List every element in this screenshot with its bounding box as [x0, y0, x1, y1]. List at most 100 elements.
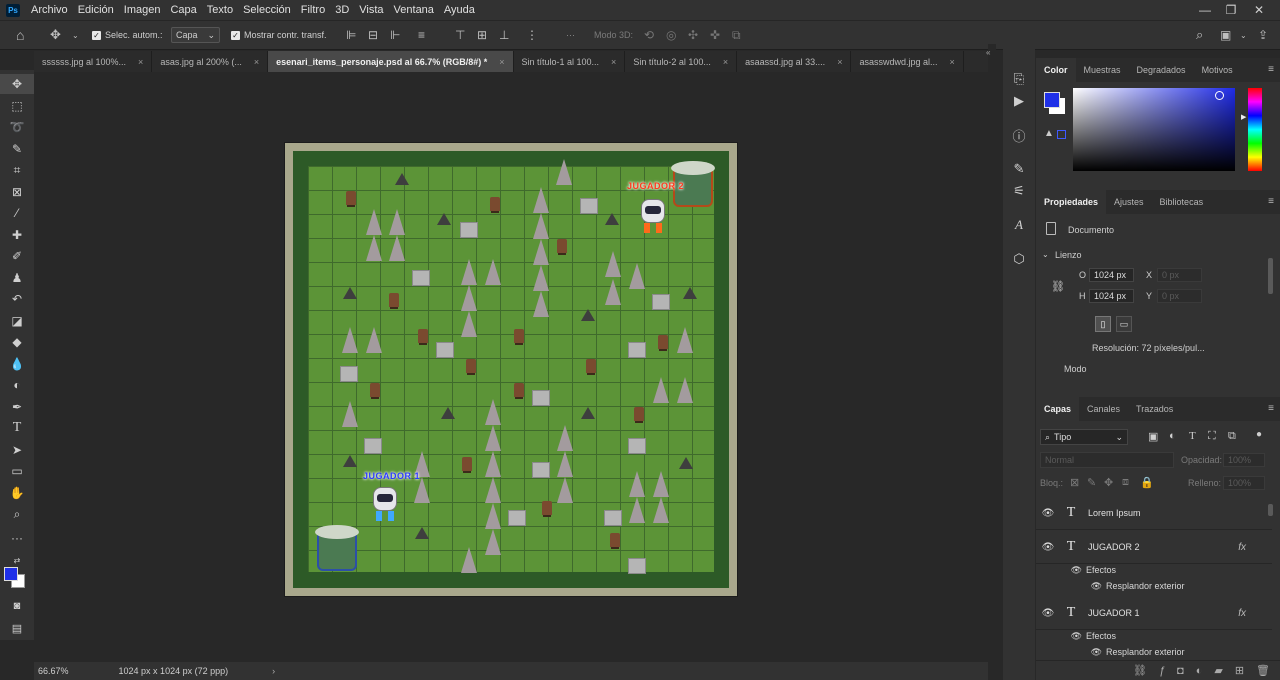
eyedropper-tool-icon[interactable]: ⁄: [0, 203, 34, 223]
pan-3d-icon[interactable]: ✣: [688, 21, 698, 49]
menu-texto[interactable]: Texto: [202, 4, 238, 16]
width-field[interactable]: 1024 px: [1089, 268, 1134, 282]
menu-seleccion[interactable]: Selección: [238, 4, 296, 16]
brushes-panel-icon[interactable]: ✎: [1003, 158, 1035, 180]
tab-color[interactable]: Color: [1036, 58, 1076, 82]
menu-capa[interactable]: Capa: [165, 4, 201, 16]
color-picker-field[interactable]: [1073, 88, 1235, 171]
panel-menu-icon[interactable]: ≡: [1268, 64, 1274, 75]
tab-asaassd[interactable]: asaassd.jpg al 33.... ×: [737, 51, 852, 72]
eye-icon[interactable]: 👁: [1036, 508, 1060, 519]
tab-bibliotecas[interactable]: Bibliotecas: [1152, 190, 1212, 214]
stamp-tool-icon[interactable]: ♟: [0, 268, 34, 288]
more-tools-icon[interactable]: ···: [0, 528, 34, 548]
tab-asas[interactable]: asas.jpg al 200% (... ×: [152, 51, 269, 72]
home-icon[interactable]: ⌂: [16, 21, 24, 49]
filter-pixel-icon[interactable]: ▣: [1148, 430, 1158, 443]
eye-icon[interactable]: 👁: [1036, 647, 1102, 658]
tab-capas[interactable]: Capas: [1036, 397, 1080, 421]
hue-slider-arrow-icon[interactable]: ▶: [1241, 113, 1246, 121]
lock-pixels-icon[interactable]: ✎: [1087, 476, 1096, 489]
3d-panel-icon[interactable]: ⬡: [1003, 248, 1035, 270]
lock-transparent-icon[interactable]: ⊠: [1070, 476, 1079, 489]
fill-field[interactable]: 100%: [1223, 476, 1265, 490]
orbit-3d-icon[interactable]: ⟲: [644, 21, 654, 49]
history-brush-tool-icon[interactable]: ↶: [0, 289, 34, 309]
fx-icon[interactable]: fx: [1238, 542, 1246, 553]
layer-row-jugador-2[interactable]: 👁 T JUGADOR 2 fx: [1036, 531, 1272, 564]
show-transform-checkbox[interactable]: ✓ Mostrar contr. transf.: [231, 21, 327, 49]
new-group-icon[interactable]: ▰: [1214, 664, 1222, 677]
character-panel-icon[interactable]: A: [1003, 214, 1035, 236]
eraser-tool-icon[interactable]: ◪: [0, 311, 34, 331]
crop-tool-icon[interactable]: ⌗: [0, 160, 34, 180]
lasso-tool-icon[interactable]: ➰: [0, 117, 34, 137]
document-canvas[interactable]: JUGADOR 2 JUGADOR 1: [284, 142, 738, 597]
tab-motivos[interactable]: Motivos: [1194, 58, 1241, 82]
close-tab-icon[interactable]: ×: [837, 57, 842, 67]
menu-edicion[interactable]: Edición: [73, 4, 119, 16]
paint-bucket-tool-icon[interactable]: ◆: [0, 332, 34, 352]
brush-tool-icon[interactable]: ✐: [0, 246, 34, 266]
rectangle-tool-icon[interactable]: ▭: [0, 461, 34, 481]
link-layers-icon[interactable]: ⛓: [1133, 664, 1147, 677]
lock-all-icon[interactable]: 🔒: [1140, 476, 1154, 489]
close-tab-icon[interactable]: ×: [723, 57, 728, 67]
adjust-sliders-icon[interactable]: ⚟: [1003, 180, 1035, 202]
search-icon[interactable]: ⌕: [1196, 21, 1203, 49]
align-left-icon[interactable]: ⊫: [346, 21, 356, 49]
filter-toggle-icon[interactable]: ●: [1256, 429, 1262, 440]
align-right-icon[interactable]: ⊩: [390, 21, 400, 49]
new-adjustment-icon[interactable]: ◐: [1196, 665, 1203, 677]
collapse-icon[interactable]: «: [986, 48, 990, 57]
zoom-level[interactable]: 66.67%: [38, 666, 69, 676]
marquee-tool-icon[interactable]: ⬚: [0, 96, 34, 116]
blur-tool-icon[interactable]: 💧: [0, 354, 34, 374]
fx-icon[interactable]: fx: [1238, 608, 1246, 619]
panel-collapse-strip[interactable]: «: [986, 44, 996, 680]
menu-archivo[interactable]: Archivo: [26, 4, 73, 16]
filter-smart-object-icon[interactable]: ⧉: [1228, 430, 1236, 443]
hue-slider[interactable]: [1248, 88, 1262, 171]
effects-row[interactable]: 👁 Efectos: [1036, 628, 1272, 644]
roll-3d-icon[interactable]: ◎: [666, 21, 676, 49]
dodge-tool-icon[interactable]: ◐: [0, 375, 34, 395]
align-middle-icon[interactable]: ⊞: [477, 21, 487, 49]
auto-select-checkbox[interactable]: ✓ Selec. autom.:: [92, 21, 163, 49]
tab-degradados[interactable]: Degradados: [1129, 58, 1194, 82]
landscape-orientation-icon[interactable]: ▭: [1116, 316, 1132, 332]
align-center-icon[interactable]: ⊟: [368, 21, 378, 49]
zoom-tool-icon[interactable]: ⌕: [0, 504, 34, 524]
slide-3d-icon[interactable]: ✜: [710, 21, 720, 49]
quick-mask-icon[interactable]: ◙: [0, 596, 34, 616]
portrait-orientation-icon[interactable]: ▯: [1095, 316, 1111, 332]
eye-icon[interactable]: 👁: [1036, 565, 1082, 576]
eye-icon[interactable]: 👁: [1036, 542, 1060, 553]
panel-menu-icon[interactable]: ≡: [1268, 403, 1274, 414]
new-layer-icon[interactable]: ⊞: [1235, 664, 1244, 677]
tab-ssssss[interactable]: ssssss.jpg al 100%... ×: [34, 51, 153, 72]
link-icon[interactable]: ⛓: [1051, 280, 1065, 293]
filter-type-icon[interactable]: T: [1189, 430, 1196, 442]
align-bottom-icon[interactable]: ⊥: [499, 21, 509, 49]
panel-menu-icon[interactable]: ≡: [1268, 196, 1274, 207]
color-panel-foreground[interactable]: [1044, 92, 1060, 108]
tab-sin-titulo-1[interactable]: Sin título-1 al 100... ×: [513, 51, 626, 72]
close-icon[interactable]: ✕: [1246, 0, 1272, 20]
distribute-icon[interactable]: ≡: [418, 21, 425, 49]
layers-scrollbar[interactable]: [1268, 504, 1273, 516]
tab-sin-titulo-2[interactable]: Sin título-2 al 100... ×: [625, 51, 738, 72]
eye-icon[interactable]: 👁: [1036, 581, 1102, 592]
close-tab-icon[interactable]: ×: [499, 57, 504, 67]
scale-3d-icon[interactable]: ⧉: [732, 21, 741, 49]
layer-row-jugador-1[interactable]: 👁 T JUGADOR 1 fx: [1036, 597, 1272, 630]
chevron-down-icon[interactable]: ⌄: [1042, 250, 1049, 259]
menu-filtro[interactable]: Filtro: [296, 4, 330, 16]
move-tool-icon[interactable]: ✥: [0, 74, 34, 94]
share-icon[interactable]: ⇪: [1258, 21, 1268, 49]
close-tab-icon[interactable]: ×: [254, 57, 259, 67]
opacity-field[interactable]: 100%: [1223, 453, 1265, 467]
more-options-icon[interactable]: ···: [566, 21, 575, 49]
workspace-icon[interactable]: ▣: [1220, 21, 1231, 49]
tab-ajustes[interactable]: Ajustes: [1106, 190, 1152, 214]
